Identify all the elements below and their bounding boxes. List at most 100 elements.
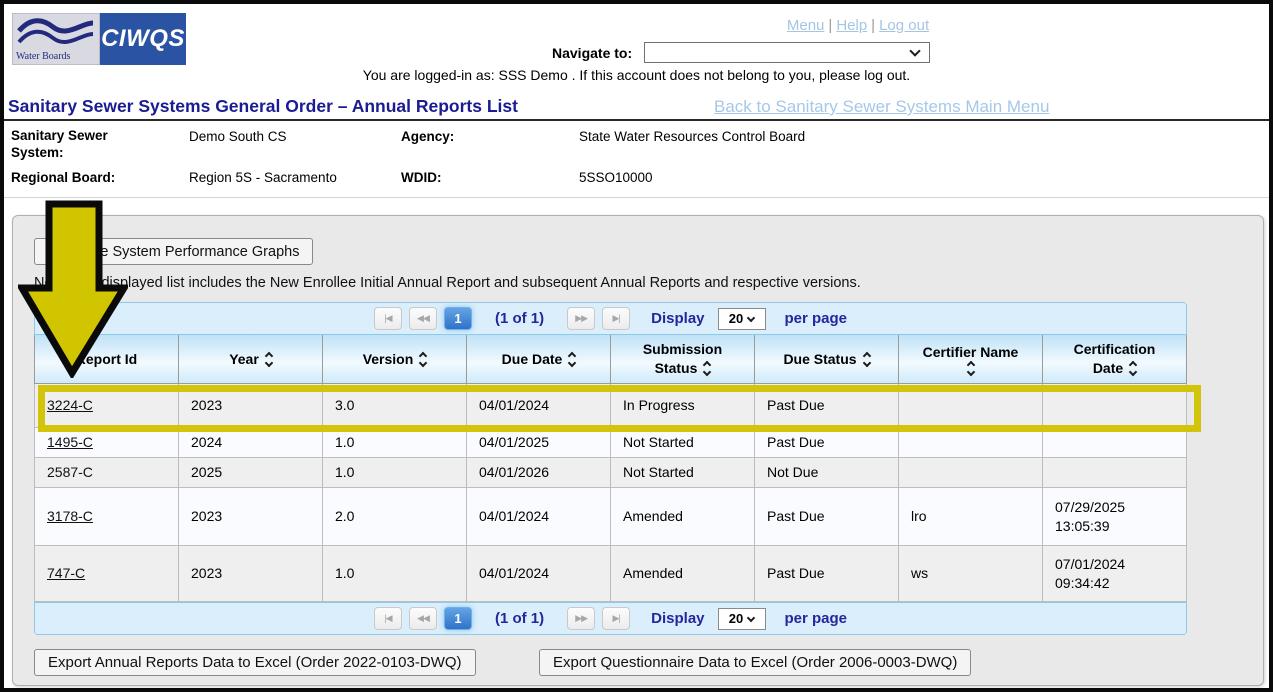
table-header-row: Report Id Year Version Due Date Submissi… (34, 335, 1187, 384)
export-questionnaire-button[interactable]: Export Questionnaire Data to Excel (Orde… (539, 649, 971, 676)
header-version[interactable]: Version (323, 335, 467, 384)
report-id-link[interactable]: 1495-C (47, 433, 178, 452)
header-year[interactable]: Year (179, 335, 323, 384)
next-page-button[interactable]: ▶▶ (567, 607, 595, 630)
page-1-button[interactable]: 1 (444, 607, 472, 630)
page-count: (1 of 1) (495, 610, 544, 627)
logout-link[interactable]: Log out (879, 17, 929, 34)
ciwqs-wordmark: CIWQS (100, 13, 186, 65)
sss-label: Sanitary Sewer System: (11, 127, 141, 161)
chevron-down-icon (909, 45, 920, 56)
first-page-button[interactable]: |◀ (374, 307, 402, 330)
due-date-cell: 04/01/2024 (467, 546, 611, 602)
prev-page-button[interactable]: ◀◀ (409, 607, 437, 630)
page-title: Sanitary Sewer Systems General Order – A… (8, 96, 518, 117)
due-status-cell: Past Due (755, 384, 899, 428)
report-id-text: 2587-C (47, 463, 178, 482)
last-page-button[interactable]: ▶| (602, 607, 630, 630)
sort-icon (420, 353, 426, 366)
ciwqs-logo: Water Boards CIWQS (12, 13, 186, 65)
generate-performance-graphs-button[interactable]: Generate System Performance Graphs (34, 238, 313, 265)
header-due-date[interactable]: Due Date (467, 335, 611, 384)
export-annual-reports-button[interactable]: Export Annual Reports Data to Excel (Ord… (34, 649, 476, 676)
waves-icon (15, 15, 97, 53)
agency-label: Agency: (401, 128, 454, 145)
certifier-name-cell: ws (899, 546, 1043, 602)
chevron-down-icon (747, 613, 755, 621)
version-cell: 1.0 (323, 458, 467, 488)
header-submission-status[interactable]: Submission Status (611, 335, 755, 384)
version-cell: 1.0 (323, 546, 467, 602)
info-divider (4, 197, 1269, 198)
header-certifier-name[interactable]: Certifier Name (899, 335, 1043, 384)
year-cell: 2025 (179, 458, 323, 488)
header-label: Certifier Name (923, 343, 1019, 362)
due-status-cell: Past Due (755, 428, 899, 458)
per-page-label: per page (785, 310, 848, 327)
menu-link[interactable]: Menu (787, 17, 825, 34)
due-date-cell: 04/01/2024 (467, 384, 611, 428)
certifier-name-cell (899, 428, 1043, 458)
sort-icon (864, 353, 870, 366)
sort-icon (1130, 362, 1136, 375)
certification-date-cell: 07/29/202513:05:39 (1043, 488, 1187, 546)
header-certification-date[interactable]: Certification Date (1043, 335, 1187, 384)
submission-status-cell: In Progress (611, 384, 755, 428)
header-label: Date (1093, 359, 1123, 378)
year-cell: 2024 (179, 428, 323, 458)
page-size-dropdown[interactable]: 20 (718, 608, 766, 630)
report-id-link[interactable]: 3224-C (47, 396, 178, 415)
last-page-button[interactable]: ▶| (602, 307, 630, 330)
year-cell: 2023 (179, 488, 323, 546)
link-separator: | (828, 17, 832, 34)
back-to-main-menu-link[interactable]: Back to Sanitary Sewer Systems Main Menu (714, 97, 1049, 117)
page-size-value: 20 (729, 311, 743, 326)
certification-date-cell: 07/01/202409:34:42 (1043, 546, 1187, 602)
top-nav-links: Menu|Help|Log out (782, 17, 934, 34)
table-row: 1495-C 2024 1.0 04/01/2025 Not Started P… (34, 428, 1187, 458)
title-divider (4, 119, 1269, 121)
due-date-cell: 04/01/2026 (467, 458, 611, 488)
sort-icon (704, 362, 710, 375)
report-id-link[interactable]: 3178-C (47, 507, 178, 526)
header-label: Due Date (502, 350, 563, 369)
submission-status-cell: Not Started (611, 428, 755, 458)
page-size-dropdown[interactable]: 20 (718, 308, 766, 330)
help-link[interactable]: Help (836, 17, 867, 34)
sort-icon (569, 353, 575, 366)
display-label: Display (651, 610, 704, 627)
wdid-label: WDID: (401, 169, 442, 186)
report-id-link[interactable]: 747-C (47, 564, 178, 583)
next-page-button[interactable]: ▶▶ (567, 307, 595, 330)
certification-date-cell (1043, 458, 1187, 488)
certifier-name-cell (899, 458, 1043, 488)
due-status-cell: Past Due (755, 546, 899, 602)
header-due-status[interactable]: Due Status (755, 335, 899, 384)
first-page-button[interactable]: |◀ (374, 607, 402, 630)
wdid-value: 5SSO10000 (579, 169, 653, 186)
certifier-name-cell: lro (899, 488, 1043, 546)
navigate-to-dropdown[interactable] (644, 42, 930, 63)
version-cell: 2.0 (323, 488, 467, 546)
paginator-bottom: |◀ ◀◀ 1 (1 of 1) ▶▶ ▶| Display 20 per pa… (34, 602, 1187, 635)
link-separator: | (871, 17, 875, 34)
header-label: Year (229, 350, 259, 369)
year-cell: 2023 (179, 546, 323, 602)
list-note: Note: The displayed list includes the Ne… (34, 275, 861, 291)
year-cell: 2023 (179, 384, 323, 428)
header-label: Report Id (76, 350, 137, 369)
header-report-id[interactable]: Report Id (35, 335, 179, 384)
prev-page-button[interactable]: ◀◀ (409, 307, 437, 330)
water-boards-logo: Water Boards (12, 13, 100, 65)
regional-board-label: Regional Board: (11, 169, 115, 186)
page-count: (1 of 1) (495, 310, 544, 327)
header-label: Certification (1074, 340, 1156, 359)
version-cell: 3.0 (323, 384, 467, 428)
page-1-button[interactable]: 1 (444, 307, 472, 330)
due-date-cell: 04/01/2025 (467, 428, 611, 458)
sort-icon (968, 362, 974, 375)
submission-status-cell: Amended (611, 488, 755, 546)
paginator-top: |◀ ◀◀ 1 (1 of 1) ▶▶ ▶| Display 20 per pa… (34, 302, 1187, 335)
page-size-value: 20 (729, 611, 743, 626)
table-row: 2587-C 2025 1.0 04/01/2026 Not Started N… (34, 458, 1187, 488)
